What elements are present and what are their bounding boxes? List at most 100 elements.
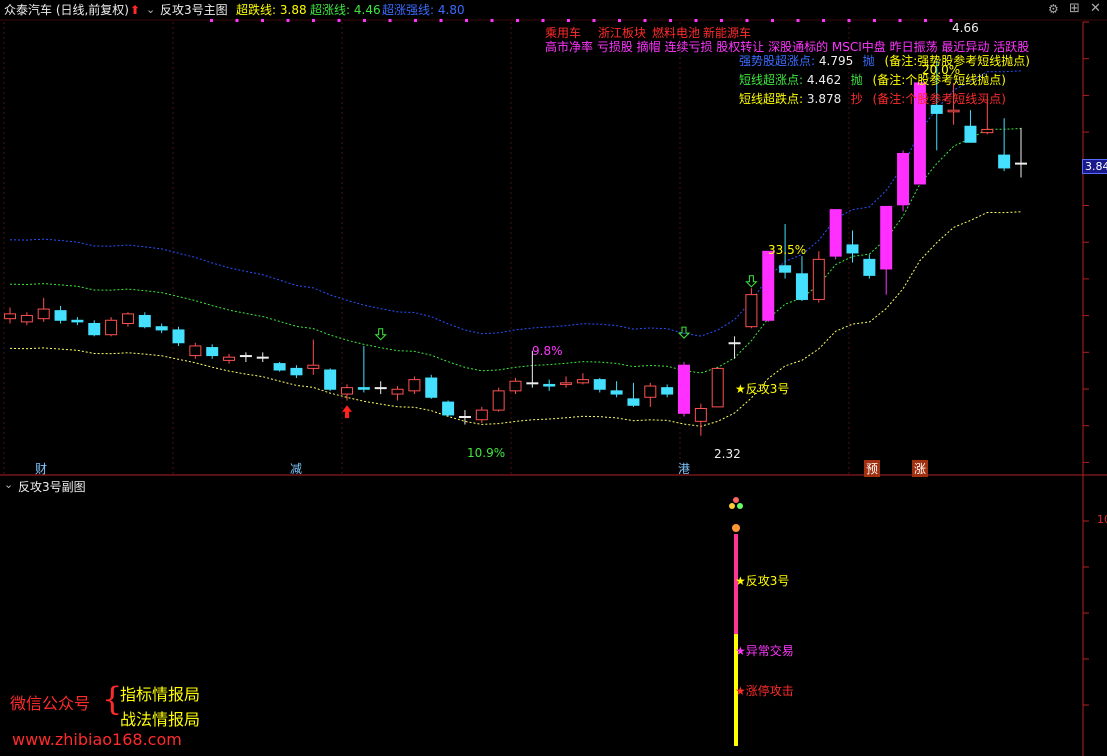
upper-band-line bbox=[9, 70, 1022, 337]
candle-body bbox=[762, 250, 775, 321]
candle-body bbox=[37, 308, 50, 320]
top-dot-mark bbox=[643, 19, 647, 22]
sub-signal-cluster-dot bbox=[729, 503, 735, 509]
candle-body bbox=[728, 342, 741, 345]
watermark-name-1: 指标情报局 bbox=[120, 685, 201, 704]
pivot-row-3-action: 抄 bbox=[850, 92, 863, 106]
top-dot-mark bbox=[847, 19, 851, 22]
top-dot-mark bbox=[388, 19, 392, 22]
top-dot-mark bbox=[312, 19, 315, 22]
top-dot-mark bbox=[618, 19, 621, 22]
candle-body bbox=[391, 388, 404, 395]
candle-body bbox=[155, 326, 168, 331]
candle-body bbox=[341, 387, 353, 395]
top-dot-mark bbox=[286, 19, 290, 22]
pivot-row-2: 短线超涨点: 4.462 抛 (备注:个股参考短线抛点) bbox=[739, 71, 1030, 90]
sub-signal-cluster-dot bbox=[733, 497, 739, 503]
news-marker-1[interactable]: 财 bbox=[35, 460, 47, 477]
candle-body bbox=[795, 273, 808, 300]
watermark-url: www.zhibiao168.com bbox=[12, 730, 182, 749]
top-dot-mark bbox=[490, 19, 494, 22]
candle-body bbox=[223, 356, 236, 361]
close-icon[interactable]: ✕ bbox=[1090, 1, 1101, 16]
top-dot-mark bbox=[771, 19, 774, 22]
current-price-tag: 3.84 bbox=[1082, 159, 1107, 174]
pivot-row-1-name: 强势股超涨点: bbox=[739, 54, 816, 68]
candle-body bbox=[711, 367, 724, 408]
candle-body bbox=[442, 401, 455, 416]
candle-body bbox=[71, 319, 84, 323]
news-marker-4[interactable]: 预 bbox=[864, 460, 881, 477]
news-marker-5[interactable]: 涨 bbox=[912, 460, 929, 477]
red-up-arrow-icon bbox=[342, 405, 352, 419]
pivot-row-3-value: 3.878 bbox=[806, 92, 842, 106]
news-marker-2[interactable]: 减 bbox=[290, 460, 302, 477]
news-marker-3[interactable]: 港 bbox=[678, 460, 690, 477]
high-price-label: 4.66 bbox=[952, 21, 979, 35]
low-price-label: 2.32 bbox=[714, 447, 741, 461]
top-dot-mark bbox=[337, 19, 341, 22]
sub-panel-title[interactable]: 反攻3号副图 bbox=[18, 478, 86, 495]
candle-body bbox=[880, 205, 893, 270]
pivot-row-1-value: 4.795 bbox=[818, 54, 854, 68]
top-dot-mark bbox=[924, 19, 927, 22]
chevron-down-icon[interactable]: ⌄ bbox=[146, 2, 155, 18]
candle-body bbox=[661, 387, 674, 395]
top-dot-mark bbox=[210, 19, 213, 22]
expand-icon[interactable]: ⊞ bbox=[1069, 1, 1080, 16]
pivot-table: 强势股超涨点: 4.795 抛 (备注:强势股参考短线抛点) 短线超涨点: 4.… bbox=[739, 52, 1030, 109]
candle-body bbox=[206, 347, 219, 357]
sub-signal-dot bbox=[732, 524, 740, 532]
candle-body bbox=[88, 322, 101, 336]
pivot-row-1: 强势股超涨点: 4.795 抛 (备注:强势股参考短线抛点) bbox=[739, 52, 1030, 71]
top-dot-mark bbox=[235, 19, 239, 22]
candle-body bbox=[678, 364, 690, 414]
watermark-wechat: 微信公众号 bbox=[10, 694, 91, 713]
top-dot-mark bbox=[898, 19, 902, 22]
candle-body bbox=[543, 383, 556, 387]
candle-body bbox=[694, 407, 707, 422]
line-legend-3-value: 4.80 bbox=[437, 3, 465, 17]
candle-body bbox=[374, 387, 387, 390]
candle-body bbox=[610, 390, 623, 395]
settings-gear-icon[interactable]: ⚙ bbox=[1048, 2, 1059, 16]
candle-body bbox=[560, 382, 573, 385]
candle-body bbox=[256, 356, 269, 359]
candle-body bbox=[307, 364, 320, 369]
candle-body bbox=[475, 409, 488, 421]
top-dot-mark bbox=[694, 19, 698, 22]
top-dot-mark bbox=[822, 19, 825, 22]
candle-body bbox=[863, 258, 876, 276]
pct-label-low: 10.9% bbox=[467, 446, 506, 460]
pivot-row-3-name: 短线超跌点: bbox=[739, 92, 804, 106]
candle-body bbox=[593, 379, 606, 390]
candle-body bbox=[425, 377, 438, 398]
sub-panel-axis-tick: 10 bbox=[1097, 513, 1107, 526]
candle-body bbox=[138, 314, 151, 328]
mid-band-line bbox=[9, 128, 1022, 374]
top-dot-mark bbox=[439, 19, 443, 22]
pct-label-high: 33.5% bbox=[768, 243, 807, 257]
candle-body bbox=[492, 390, 505, 411]
top-dot-mark bbox=[745, 19, 749, 22]
indicator-name[interactable]: 反攻3号主图 bbox=[160, 2, 228, 18]
candle-body bbox=[812, 258, 825, 300]
sub-panel-chevron-icon[interactable]: ⌄ bbox=[4, 478, 13, 491]
top-dot-mark bbox=[873, 19, 876, 22]
pivot-row-2-value: 4.462 bbox=[806, 73, 842, 87]
candlestick-chart[interactable] bbox=[0, 0, 1107, 756]
candle-body bbox=[357, 387, 370, 390]
stock-title[interactable]: 众泰汽车 (日线,前复权) bbox=[4, 2, 129, 18]
candle-body bbox=[54, 310, 67, 321]
candle-body bbox=[897, 153, 910, 206]
top-dot-mark bbox=[516, 19, 519, 22]
sub-signal-cluster-dot bbox=[737, 503, 743, 509]
watermark-name-2: 战法情报局 bbox=[120, 710, 201, 729]
candle-body bbox=[121, 313, 134, 324]
sub-signal-label-1: ★反攻3号 bbox=[735, 574, 790, 588]
line-legend-2: 超涨线: 4.46 bbox=[310, 2, 381, 18]
sub-signal-label-3: ★涨停攻击 bbox=[735, 684, 794, 698]
candle-body bbox=[779, 265, 792, 273]
candle-body bbox=[1015, 162, 1027, 165]
candle-body bbox=[458, 416, 471, 419]
